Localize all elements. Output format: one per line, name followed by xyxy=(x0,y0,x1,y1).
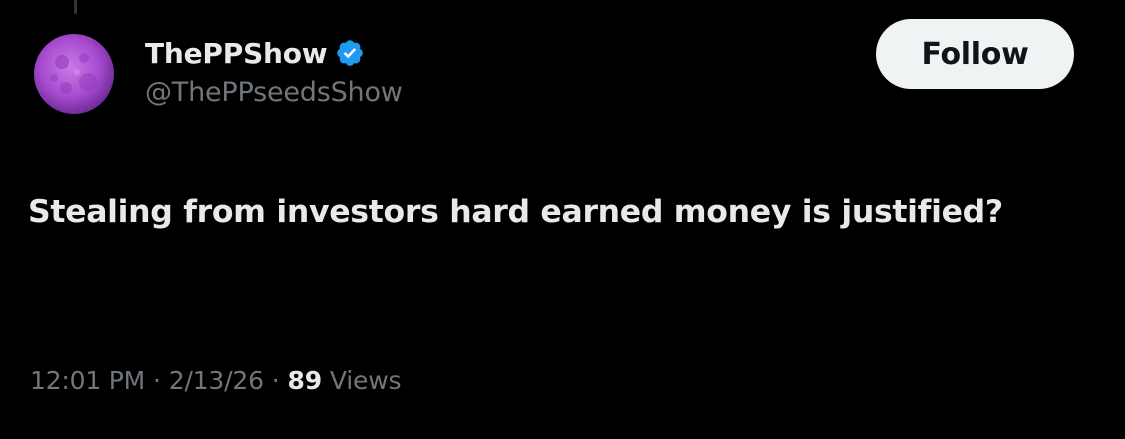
tweet-time[interactable]: 12:01 PM xyxy=(30,366,145,395)
thread-connector-line xyxy=(74,0,77,14)
tweet-date[interactable]: 2/13/26 xyxy=(169,366,264,395)
moon-icon xyxy=(32,32,116,116)
avatar[interactable] xyxy=(32,32,116,116)
author-display-name[interactable]: ThePPShow xyxy=(145,37,328,70)
meta-separator: · xyxy=(153,366,161,395)
verified-badge-icon xyxy=(335,38,365,68)
tweet-meta: 12:01 PM · 2/13/26 · 89 Views xyxy=(30,366,401,395)
tweet-text: Stealing from investors hard earned mone… xyxy=(28,194,1003,230)
author-handle[interactable]: @ThePPseedsShow xyxy=(145,77,403,108)
follow-button[interactable]: Follow xyxy=(876,19,1074,89)
meta-separator: · xyxy=(271,366,280,395)
author-name-row: ThePPShow xyxy=(145,33,365,73)
views-count[interactable]: 89 xyxy=(288,366,323,395)
views-label[interactable]: Views xyxy=(330,366,402,395)
